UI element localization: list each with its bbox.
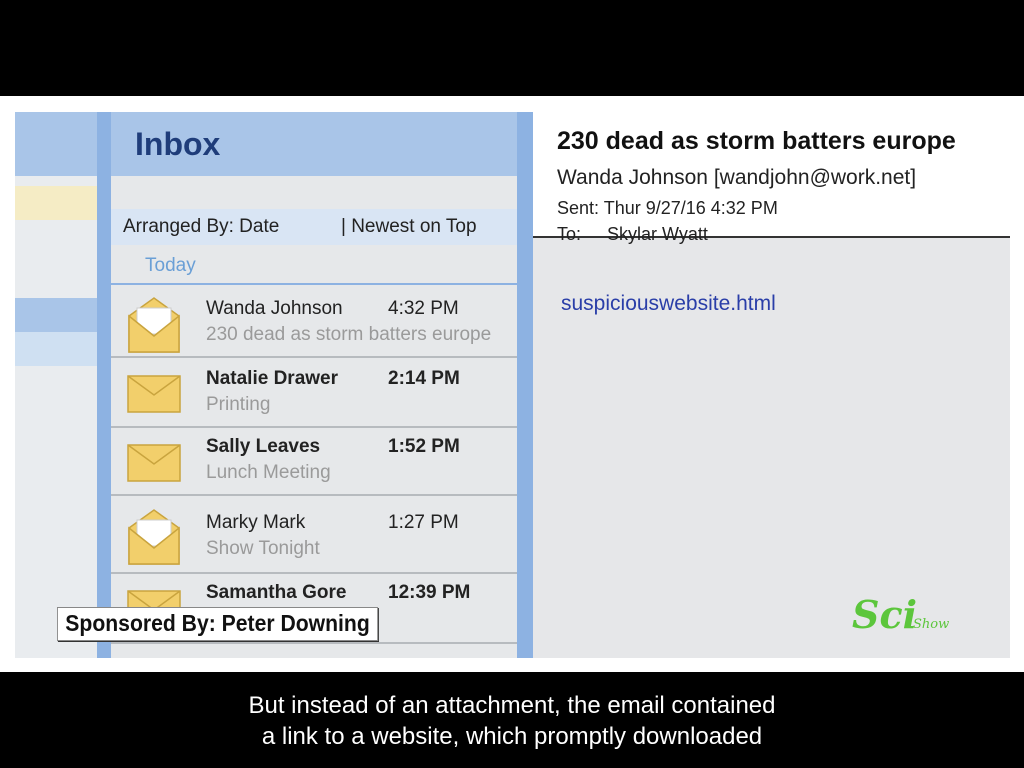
sort-order-label[interactable]: | Newest on Top: [341, 216, 477, 238]
logo-main-text: Sci: [852, 592, 918, 637]
folder-strip: [15, 112, 97, 176]
message-time: 2:14 PM: [388, 368, 460, 389]
folder-strip: [15, 186, 97, 220]
message-item[interactable]: Natalie Drawer 2:14 PM Printing: [111, 358, 517, 428]
message-subject: Lunch Meeting: [206, 462, 331, 483]
inbox-header: Inbox: [111, 112, 517, 176]
message-subject-title: 230 dead as storm batters europe: [557, 127, 956, 155]
message-header: 230 dead as storm batters europe Wanda J…: [533, 112, 1010, 244]
scishow-logo: SciShow: [852, 592, 949, 637]
arranged-by-label[interactable]: Arranged By: Date: [123, 216, 279, 238]
message-item[interactable]: Wanda Johnson 4:32 PM 230 dead as storm …: [111, 288, 517, 358]
caption-line: a link to a website, which promptly down…: [261, 723, 763, 750]
message-to-value: Skylar Wyatt: [607, 224, 708, 244]
message-item[interactable]: Marky Mark 1:27 PM Show Tonight: [111, 496, 517, 574]
open-envelope-icon: [128, 297, 180, 353]
closed-envelope-icon: [127, 444, 181, 482]
reading-pane: 230 dead as storm batters europe Wanda J…: [533, 112, 1010, 658]
inbox-title: Inbox: [135, 126, 221, 162]
message-sender: Marky Mark: [206, 512, 306, 533]
message-to-label: To:: [557, 224, 582, 244]
message-sender: Natalie Drawer: [206, 368, 339, 389]
video-frame: Inbox Arranged By: Date | Newest on Top …: [0, 96, 1024, 672]
message-time: 12:39 PM: [388, 582, 471, 603]
message-sender: Wanda Johnson: [206, 298, 343, 319]
message-time: 4:32 PM: [388, 298, 459, 319]
message-sender: Sally Leaves: [206, 436, 321, 457]
inbox-pane: Inbox Arranged By: Date | Newest on Top …: [111, 112, 517, 658]
group-label: Today: [145, 255, 196, 276]
pane-divider: [97, 112, 111, 658]
logo-sub-text: Show: [913, 617, 950, 632]
inbox-spacer: [111, 176, 517, 209]
caption-line: But instead of an attachment, the email …: [248, 692, 776, 719]
message-subject: 230 dead as storm batters europe: [206, 324, 492, 345]
folder-strip: [15, 176, 97, 186]
message-sender: Samantha Gore: [206, 582, 347, 603]
sort-bar[interactable]: Arranged By: Date | Newest on Top: [111, 209, 517, 245]
suspicious-link[interactable]: suspiciouswebsite.html: [561, 292, 776, 316]
message-sent: Sent: Thur 9/27/16 4:32 PM: [557, 198, 778, 218]
sponsor-banner: Sponsored By: Peter Downing: [57, 607, 379, 641]
pane-divider: [517, 112, 533, 658]
closed-envelope-icon: [127, 375, 181, 413]
subtitle-caption: But instead of an attachment, the email …: [0, 690, 1024, 752]
message-time: 1:27 PM: [388, 512, 459, 533]
open-envelope-icon: [128, 509, 180, 565]
folder-strip: [15, 332, 97, 366]
group-header-today: Today: [111, 245, 517, 285]
message-time: 1:52 PM: [388, 436, 460, 457]
message-item[interactable]: Sally Leaves 1:52 PM Lunch Meeting: [111, 428, 517, 496]
folder-strip: [15, 220, 97, 298]
message-subject: Show Tonight: [206, 538, 320, 559]
message-from: Wanda Johnson [wandjohn@work.net]: [557, 166, 917, 189]
message-subject: Printing: [206, 394, 271, 415]
folder-strip: [15, 298, 97, 332]
